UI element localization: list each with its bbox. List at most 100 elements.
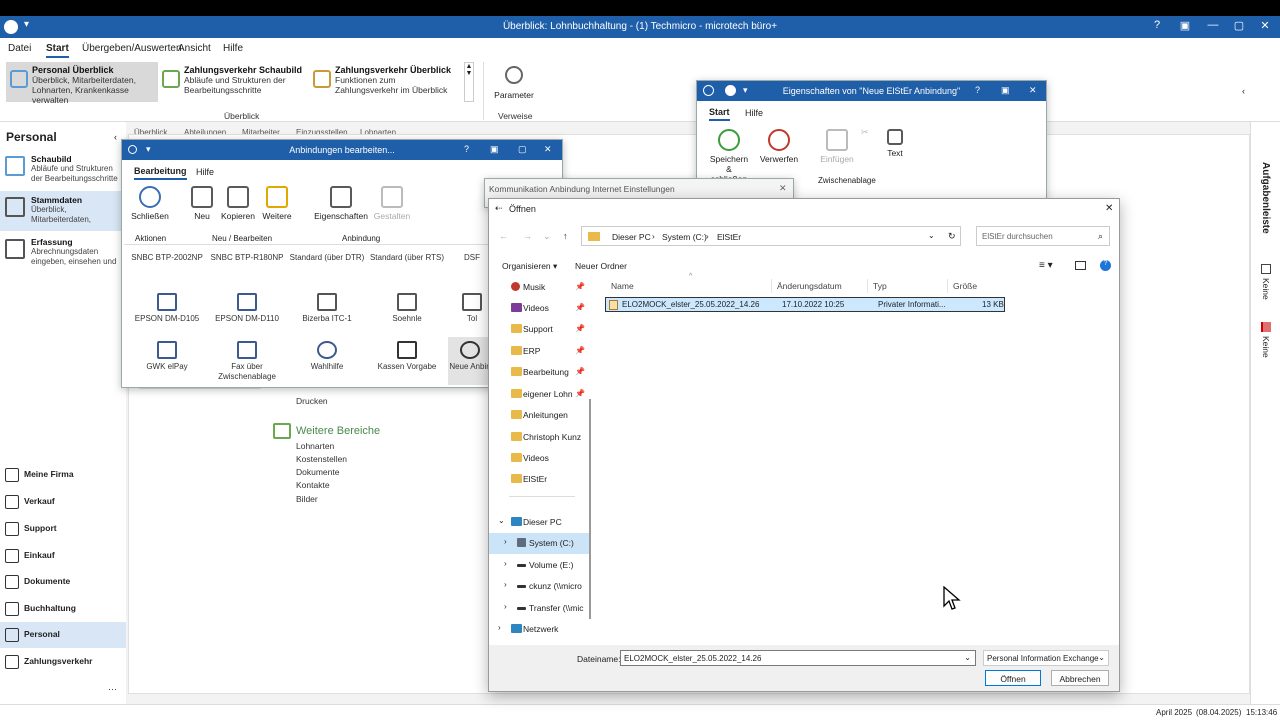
nav-support[interactable]: Support — [0, 516, 126, 542]
menu-start[interactable]: Start — [46, 43, 69, 58]
organize-button[interactable]: Organisieren ▾ — [502, 261, 557, 272]
restore-button[interactable]: ▣ — [490, 144, 499, 155]
device-tile[interactable]: Standard (über DTR) — [288, 253, 366, 263]
nav-meine-firma[interactable]: Meine Firma — [0, 462, 126, 488]
help-button[interactable]: ? — [1146, 19, 1168, 35]
device-tile[interactable]: Soehnle — [368, 293, 446, 324]
maximize-button[interactable]: ▢ — [518, 144, 527, 155]
device-tile[interactable]: Wahlhilfe — [288, 341, 366, 372]
link-kontakte[interactable]: Kontakte — [296, 480, 330, 490]
address-bar[interactable]: Dieser PC › System (C:) › ElStEr ⌄ ↻ — [581, 226, 961, 246]
discard-button[interactable]: Verwerfen — [757, 129, 801, 164]
forward-arrow-icon[interactable]: → — [523, 231, 532, 241]
maximize-button[interactable]: ▢ — [1228, 19, 1250, 35]
device-tile[interactable]: Bizerba ITC-1 — [288, 293, 366, 324]
schliessen-button[interactable]: Schließen — [128, 186, 172, 221]
nav-videos[interactable]: Videos 📌 — [489, 298, 589, 319]
left-item-schaubild[interactable]: Schaubild Abläufe und Strukturen der Bear… — [0, 150, 126, 190]
device-tile[interactable]: SNBC BTP-2002NP — [128, 253, 206, 263]
preview-pane-icon[interactable] — [1075, 261, 1086, 270]
restore-button[interactable]: ▣ — [1001, 85, 1010, 96]
nav-bearbeitung[interactable]: Bearbeitung 📌 — [489, 362, 589, 383]
aufgabenleiste-label[interactable]: Aufgabenleiste — [1260, 162, 1271, 234]
column-name[interactable]: Name — [611, 281, 634, 291]
link-dokumente[interactable]: Dokumente — [296, 467, 339, 477]
nav-buchhaltung[interactable]: Buchhaltung — [0, 596, 126, 622]
device-tile[interactable]: Kassen Vorgabe — [368, 341, 446, 372]
chevron-down-icon[interactable]: ⌄ — [928, 231, 935, 240]
refresh-icon[interactable]: ↻ — [948, 231, 956, 242]
open-button[interactable]: Öffnen — [985, 670, 1041, 686]
nav-erp[interactable]: ERP 📌 — [489, 341, 589, 362]
menu-ansicht[interactable]: Ansicht — [178, 43, 211, 54]
tile-zahlungsverkehr-schaubild[interactable]: Zahlungsverkehr Schaubild Abläufe und Str… — [158, 62, 308, 102]
up-arrow-icon[interactable]: ↑ — [563, 231, 568, 241]
tile-personal-ueberblick[interactable]: Personal Überblick Überblick, Mitarbeiter… — [6, 62, 158, 105]
text-button[interactable]: Text — [873, 129, 917, 158]
back-arrow-icon[interactable]: ← — [499, 231, 508, 241]
nav-netzwerk[interactable]: › Netzwerk — [489, 619, 589, 640]
close-button[interactable]: ✕ — [779, 183, 787, 194]
device-tile[interactable]: SNBC BTP-R180NP — [208, 253, 286, 263]
nav-dokumente[interactable]: Dokumente — [0, 569, 126, 595]
nav-anleitungen[interactable]: Anleitungen — [489, 405, 589, 426]
tile-zahlungsverkehr-ueberblick[interactable]: Zahlungsverkehr Überblick Funktionen zum … — [309, 62, 464, 102]
nav-volume-e[interactable]: › Volume (E:) — [489, 555, 589, 576]
device-tile[interactable]: EPSON DM-D110 — [208, 293, 286, 324]
nav-verkauf[interactable]: Verkauf — [0, 489, 126, 515]
collapse-panel-icon[interactable]: ‹ — [114, 132, 117, 142]
close-button[interactable]: ✕ — [1254, 19, 1276, 35]
ribbon-collapse-icon[interactable]: ‹ — [1242, 86, 1245, 96]
column-type[interactable]: Typ — [873, 281, 887, 291]
nav-christoph-kunz[interactable]: Christoph Kunz — [489, 427, 589, 448]
cancel-button[interactable]: Abbrechen — [1051, 670, 1109, 686]
help-icon[interactable]: ? — [1100, 260, 1111, 271]
nav-videos-2[interactable]: Videos — [489, 448, 589, 469]
left-item-erfassung[interactable]: Erfassung Abrechnungsdaten eingeben, eins… — [0, 233, 126, 273]
nav-elster[interactable]: ElStEr — [489, 469, 589, 490]
cut-icon[interactable]: ✂ — [861, 127, 869, 138]
nav-personal[interactable]: Personal — [0, 622, 126, 648]
device-tile-selected[interactable]: Neue Anbin — [448, 337, 492, 385]
column-size[interactable]: Größe — [953, 281, 977, 291]
filename-field[interactable]: ELO2MOCK_elster_25.05.2022_14.26 ⌄ — [620, 650, 976, 666]
path-segment[interactable]: ElStEr — [717, 232, 741, 242]
tile-scrollbar[interactable]: ▲ ▼ — [464, 62, 474, 102]
eigenschaften-button[interactable]: Eigenschaften — [314, 186, 368, 221]
nav-scrollbar[interactable] — [589, 399, 591, 619]
nav-zahlungsverkehr[interactable]: Zahlungsverkehr — [0, 649, 126, 675]
tab-hilfe[interactable]: Hilfe — [745, 108, 763, 118]
link-drucken[interactable]: Drucken — [296, 396, 328, 406]
help-button[interactable]: ? — [975, 85, 980, 95]
close-button[interactable]: ✕ — [1105, 203, 1113, 214]
device-tile[interactable]: Fax über Zwischenablage — [208, 341, 286, 382]
device-tile[interactable]: Standard (über RTS) — [368, 253, 446, 263]
save-close-button[interactable]: Speichern & schließen — [707, 129, 751, 184]
nav-transfer[interactable]: › Transfer (\\mic — [489, 598, 589, 619]
link-bilder[interactable]: Bilder — [296, 494, 318, 504]
nav-ckunz[interactable]: › ckunz (\\micro — [489, 576, 589, 597]
kopieren-button[interactable]: Kopieren — [216, 186, 260, 221]
close-button[interactable]: ✕ — [1029, 85, 1037, 96]
minimize-button[interactable]: — — [1202, 19, 1224, 35]
restore-layout-button[interactable]: ▣ — [1174, 19, 1196, 35]
gestalten-button[interactable]: Gestalten — [370, 186, 414, 221]
recent-dropdown-icon[interactable]: ⌄ — [543, 231, 551, 242]
path-segment[interactable]: System (C:) — [662, 232, 707, 242]
nav-system-c[interactable]: › System (C:) — [489, 533, 589, 554]
device-tile[interactable]: GWK elPay — [128, 341, 206, 372]
menu-hilfe[interactable]: Hilfe — [223, 43, 243, 54]
device-tile[interactable]: DSF — [452, 253, 492, 263]
parameter-button[interactable]: Parameter — [492, 66, 536, 100]
paste-button[interactable]: Einfügen — [815, 129, 859, 164]
nav-support[interactable]: Support 📌 — [489, 319, 589, 340]
weitere-button[interactable]: Weitere — [255, 186, 299, 221]
nav-dieser-pc[interactable]: ⌄ Dieser PC — [489, 512, 589, 533]
more-nav-button[interactable]: ··· — [108, 684, 117, 694]
path-segment[interactable]: Dieser PC — [612, 232, 651, 242]
nav-musik[interactable]: Musik 📌 — [489, 277, 589, 298]
help-button[interactable]: ? — [464, 144, 469, 154]
search-input[interactable]: ElStEr durchsuchen ⌕ — [976, 226, 1110, 246]
table-row[interactable]: ELO2MOCK_elster_25.05.2022_14.26 17.10.2… — [605, 297, 1005, 312]
keine-label-2[interactable]: Keine — [1261, 336, 1271, 358]
